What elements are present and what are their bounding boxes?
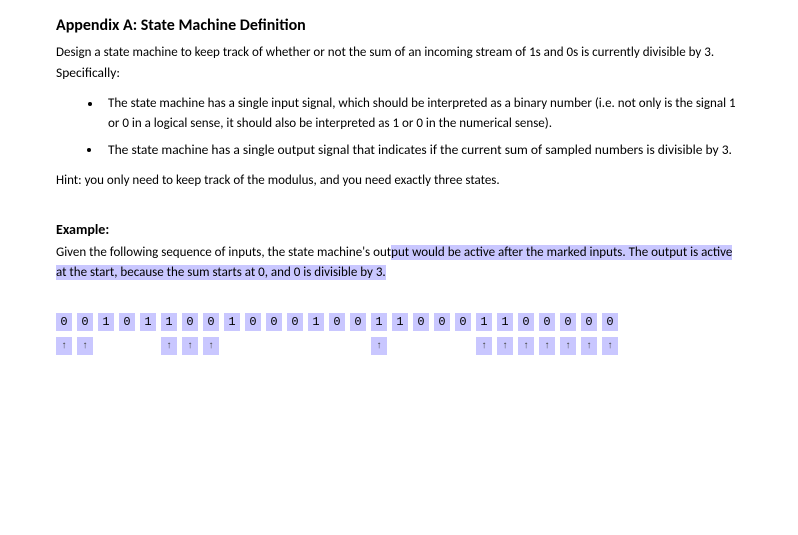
output-mark-empty (140, 337, 156, 355)
input-bit: 0 (413, 313, 429, 331)
output-mark-active (476, 337, 492, 355)
input-bit: 1 (161, 313, 177, 331)
input-bit: 1 (98, 313, 114, 331)
input-bit: 0 (119, 313, 135, 331)
input-bit: 0 (182, 313, 198, 331)
input-bit: 0 (518, 313, 534, 331)
output-mark-empty (245, 337, 261, 355)
sequence-block: 001011001000100110001100000 (56, 313, 742, 355)
input-bit: 1 (224, 313, 240, 331)
input-bit: 0 (581, 313, 597, 331)
output-mark-active (371, 337, 387, 355)
hint-text: Hint: you only need to keep track of the… (56, 171, 742, 191)
intro-paragraph: Design a state machine to keep track of … (56, 43, 742, 84)
input-bit: 0 (245, 313, 261, 331)
input-bit: 0 (560, 313, 576, 331)
output-mark-active (539, 337, 555, 355)
spec-list: The state machine has a single input sig… (56, 94, 742, 161)
output-mark-active (518, 337, 534, 355)
example-text-highlight-1: put would be active after the marked (391, 245, 589, 260)
output-mark-empty (392, 337, 408, 355)
output-mark-active (161, 337, 177, 355)
input-bit: 1 (392, 313, 408, 331)
output-mark-empty (266, 337, 282, 355)
input-bit: 1 (497, 313, 513, 331)
output-mark-empty (287, 337, 303, 355)
input-bit: 0 (350, 313, 366, 331)
example-heading: Example: (56, 219, 742, 241)
output-marks-row (56, 337, 742, 355)
input-bit: 0 (329, 313, 345, 331)
input-bit: 1 (308, 313, 324, 331)
input-bit: 0 (203, 313, 219, 331)
input-bit: 1 (371, 313, 387, 331)
intro-specifically: Specifically: (56, 64, 120, 81)
output-mark-active (581, 337, 597, 355)
input-bit: 0 (287, 313, 303, 331)
input-bit: 0 (602, 313, 618, 331)
output-mark-active (497, 337, 513, 355)
document-page: Appendix A: State Machine Definition Des… (0, 0, 798, 355)
intro-text: Design a state machine to keep track of … (56, 45, 714, 60)
example-paragraph: Given the following sequence of inputs, … (56, 243, 742, 283)
input-bit: 0 (434, 313, 450, 331)
output-mark-empty (329, 337, 345, 355)
output-mark-active (602, 337, 618, 355)
output-mark-active (203, 337, 219, 355)
input-bit: 0 (266, 313, 282, 331)
input-bit: 0 (77, 313, 93, 331)
input-bit: 0 (539, 313, 555, 331)
output-mark-empty (308, 337, 324, 355)
input-bit: 1 (476, 313, 492, 331)
output-mark-empty (98, 337, 114, 355)
output-mark-empty (434, 337, 450, 355)
output-mark-active (560, 337, 576, 355)
output-mark-empty (119, 337, 135, 355)
appendix-title: Appendix A: State Machine Definition (56, 14, 742, 39)
output-mark-active (56, 337, 72, 355)
spec-bullet-1: The state machine has a single input sig… (102, 94, 742, 134)
input-bit: 1 (140, 313, 156, 331)
input-sequence-row: 001011001000100110001100000 (56, 313, 742, 331)
output-mark-empty (350, 337, 366, 355)
spec-bullet-2: The state machine has a single output si… (102, 140, 742, 161)
output-mark-empty (413, 337, 429, 355)
input-bit: 0 (56, 313, 72, 331)
example-text-plain: Given the following sequence of inputs, … (56, 245, 391, 260)
input-bit: 0 (455, 313, 471, 331)
output-mark-active (77, 337, 93, 355)
output-mark-active (182, 337, 198, 355)
output-mark-empty (455, 337, 471, 355)
output-mark-empty (224, 337, 240, 355)
